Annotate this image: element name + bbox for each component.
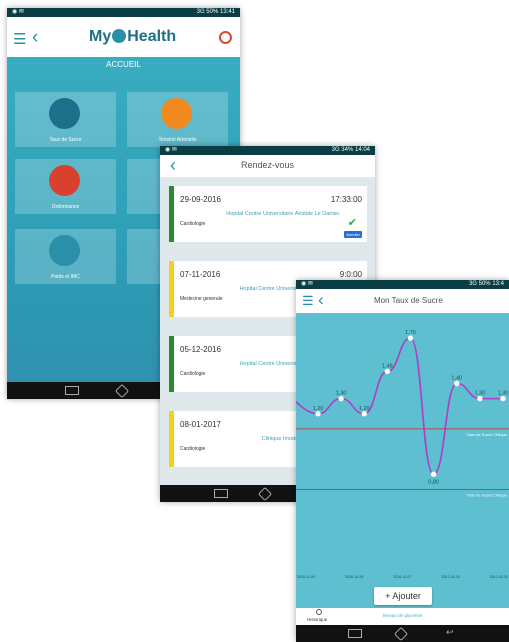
tile-poids-et-imc[interactable]: Poids et IMC (15, 229, 116, 284)
logo-text-health: Health (127, 28, 177, 45)
blood-pressure-icon (161, 98, 192, 129)
data-label: 1,20 (313, 406, 324, 412)
status-time: 13:41 (219, 9, 235, 15)
menu-icon[interactable]: ☰ (13, 30, 26, 48)
x-tick-label: 2017-01-21 (442, 575, 460, 579)
page-title: ACCUEIL (106, 60, 141, 69)
data-label: 1,30 (475, 391, 486, 397)
data-label: 1,70 (405, 330, 416, 336)
logout-icon[interactable] (219, 31, 232, 44)
app-header: ☰ ‹ My Health (7, 17, 240, 57)
globe-icon (112, 29, 127, 43)
appointment-date: 08-01-2017 (180, 420, 221, 429)
appointment-specialty: Cardiologie (180, 446, 206, 452)
status-icons: ◉ ✉ (301, 281, 313, 287)
appointment-date: 29-09-2016 (180, 195, 221, 204)
app-header: ☰ ‹ Mon Taux de Sucre (296, 289, 509, 313)
tile-label: Ordonnance (51, 204, 80, 210)
data-point[interactable] (384, 368, 391, 375)
page-title: Rendez-vous (240, 160, 295, 170)
data-label: 1,30 (498, 391, 509, 397)
app-logo: My Health (89, 28, 176, 46)
status-icons: ◉ ✉ (165, 147, 177, 153)
cancel-button[interactable]: Annuler (344, 231, 362, 238)
app-header: ‹ Rendez-vous (160, 155, 375, 177)
x-tick-label: 2017-01-22 (490, 575, 508, 579)
appointment-time: 9:0:00 (339, 270, 362, 279)
appointment-card[interactable]: 29-09-2016 17:33:00 Hopital Centre Unive… (169, 186, 367, 242)
data-label: 1,48 (382, 363, 393, 369)
back-arrow-icon[interactable]: ‹ (32, 27, 38, 49)
data-point[interactable] (430, 471, 437, 477)
appointment-specialty: Cardiologie (180, 221, 206, 227)
x-tick-label: 2016-10-26 (345, 575, 363, 579)
scale-icon (49, 235, 80, 266)
x-tick-label: 2016-10-04 (297, 575, 315, 579)
appointment-time: 17:33:00 (330, 195, 362, 204)
data-point[interactable] (500, 395, 506, 402)
tile-ordonnance[interactable]: Ordonnance (15, 159, 116, 214)
tile-label: Tension Arterielle (158, 137, 197, 143)
home-icon[interactable] (393, 626, 409, 642)
glucometer-icon (49, 98, 80, 129)
threshold-label: Taux de Sucre Critique (467, 492, 508, 497)
status-signal: 3G 50% (196, 9, 219, 15)
recent-apps-icon[interactable] (65, 386, 79, 395)
recent-apps-icon[interactable] (214, 489, 228, 498)
status-time: 13:4 (492, 281, 504, 287)
appointment-date: 05-12-2016 (180, 345, 221, 354)
data-point[interactable] (338, 395, 344, 402)
data-point[interactable] (407, 335, 414, 341)
add-button[interactable]: + Ajouter (374, 587, 432, 605)
back-arrow-icon[interactable]: ‹ (318, 290, 324, 310)
data-label: 1,40 (451, 376, 462, 382)
x-tick-label: 2016-12-07 (393, 575, 411, 579)
tile-tension-arterielle[interactable]: Tension Arterielle (127, 92, 228, 147)
chart-series-line (296, 337, 503, 476)
logo-text-my: My (89, 28, 112, 45)
page-title: Mon Taux de Sucre (374, 296, 443, 305)
data-label: 1,30 (336, 391, 347, 397)
status-bar: ◉ ✉ 3G 34% 14:04 (160, 146, 375, 155)
status-signal: 3G 34% (331, 147, 354, 153)
add-button-label: Ajouter (392, 591, 421, 601)
appointment-specialty: Medecine generale (180, 296, 223, 302)
data-point[interactable] (477, 395, 483, 402)
prescription-icon (49, 165, 80, 196)
glucose-line-chart: Taux de Sucre Critique Taux de Sucre Crit… (296, 330, 509, 579)
bottom-bar: Historique Niveau de glycémie (296, 608, 509, 625)
tile-label: Taux de Sucre (49, 137, 82, 143)
data-point[interactable] (361, 411, 367, 417)
data-label: 1,20 (359, 406, 370, 412)
appointment-specialty: Cardiologie (180, 371, 206, 377)
status-bar: ◉ ✉ 3G 50% 13:4 (296, 280, 509, 289)
android-navbar: ↩ (296, 625, 509, 642)
status-time: 14:04 (354, 147, 370, 153)
status-signal: 3G 50% (468, 281, 491, 287)
status-icons: ◉ ✉ (12, 9, 24, 15)
home-icon[interactable] (114, 383, 130, 399)
tile-taux-de-sucre[interactable]: Taux de Sucre (15, 92, 116, 147)
appointment-hospital: Hopital Centre Universitaire Aristide Le… (226, 211, 340, 217)
recent-apps-icon[interactable] (348, 629, 362, 638)
level-label: Niveau de glycémie (382, 613, 423, 618)
data-point[interactable] (315, 411, 321, 417)
home-icon[interactable] (257, 486, 273, 502)
taux-de-sucre-screen: ◉ ✉ 3G 50% 13:4 ☰ ‹ Mon Taux de Sucre Ta… (296, 280, 509, 642)
appointment-date: 07-11-2016 (180, 270, 221, 279)
data-label: 0,80 (428, 479, 439, 485)
status-bar: ◉ ✉ 3G 50% 13:41 (7, 8, 240, 17)
threshold-label: Taux de Sucre Critique (467, 432, 508, 437)
data-point[interactable] (454, 380, 460, 387)
tile-label: Poids et IMC (51, 274, 80, 280)
menu-icon[interactable]: ☰ (302, 293, 314, 309)
checkmark-icon: ✔ (347, 217, 357, 229)
back-nav-icon[interactable]: ↩ (446, 627, 460, 637)
